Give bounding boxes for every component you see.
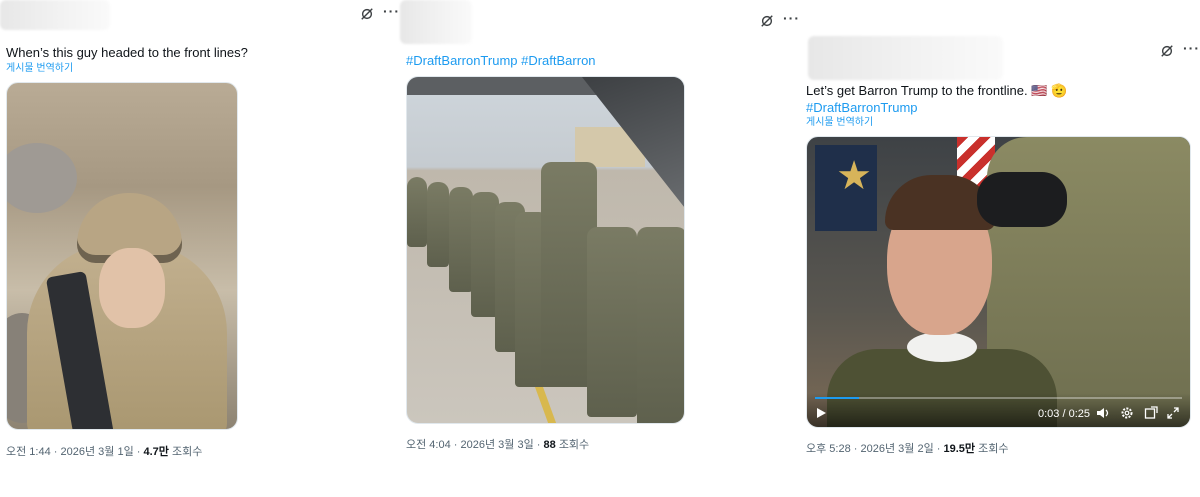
post-1: ··· When’s this guy headed to the front … <box>0 0 399 497</box>
post-image[interactable] <box>6 82 238 430</box>
post-1-actions: ··· <box>360 4 400 21</box>
us-army-poster: ★ <box>815 145 877 231</box>
picture-in-picture-icon[interactable] <box>1144 406 1158 420</box>
separator: · <box>853 443 858 455</box>
settings-gear-icon[interactable] <box>1120 406 1134 420</box>
avatar[interactable] <box>0 0 110 30</box>
volume-icon[interactable] <box>1096 406 1110 420</box>
video-controls: 0:03 / 0:25 <box>807 393 1190 427</box>
post-text: When’s this guy headed to the front line… <box>6 45 248 60</box>
separator: · <box>453 439 458 451</box>
video-time: 0:03 / 0:25 <box>1038 407 1090 421</box>
star-icon: ★ <box>836 154 872 198</box>
translate-link[interactable]: 게시물 번역하기 <box>6 62 73 75</box>
view-count: 88 <box>543 439 556 451</box>
view-count: 4.7만 <box>143 446 169 458</box>
play-icon[interactable] <box>815 407 827 419</box>
post-hashtags[interactable]: #DraftBarronTrump #DraftBarron <box>406 52 596 69</box>
time-separator: / <box>1062 408 1066 420</box>
post-image[interactable] <box>406 76 685 424</box>
separator: · <box>936 443 941 455</box>
current-time: 0:03 <box>1037 408 1060 420</box>
translate-link[interactable]: 게시물 번역하기 <box>806 116 873 129</box>
post-meta: 오전 4:04 · 2026년 3월 3일 · 88 조회수 <box>406 436 589 452</box>
post-text: Let’s get Barron Trump to the frontline.… <box>806 83 1068 98</box>
post-meta: 오후 5:28 · 2026년 3월 2일 · 19.5만 조회수 <box>806 440 1008 456</box>
post-time[interactable]: 오후 5:28 <box>806 443 851 455</box>
soldier <box>587 227 637 417</box>
soldier <box>407 177 427 247</box>
avatar[interactable] <box>808 36 1003 80</box>
soldier <box>449 187 473 292</box>
post-date[interactable]: 2026년 3월 2일 <box>861 443 934 455</box>
more-icon[interactable]: ··· <box>783 11 800 25</box>
view-count: 19.5만 <box>943 443 976 455</box>
barber-glove <box>977 172 1067 227</box>
grok-icon[interactable] <box>760 14 774 28</box>
post-3: ··· Let’s get Barron Trump to the frontl… <box>800 30 1200 497</box>
soldier <box>637 227 684 423</box>
view-label: 조회수 <box>171 446 203 458</box>
avatar[interactable] <box>400 0 472 44</box>
view-label: 조회수 <box>558 439 590 451</box>
duration: 0:25 <box>1068 408 1090 420</box>
more-icon[interactable]: ··· <box>383 4 400 18</box>
separator: · <box>53 446 58 458</box>
soldier-face <box>99 248 165 328</box>
post-video[interactable]: ★ 0:03 / 0:25 <box>806 136 1191 428</box>
post-date[interactable]: 2026년 3월 3일 <box>461 439 534 451</box>
grok-icon[interactable] <box>1160 44 1174 58</box>
view-label: 조회수 <box>978 443 1009 455</box>
video-progress-fill <box>815 397 860 399</box>
soldier <box>427 182 449 267</box>
post-2-actions: ··· <box>760 11 800 28</box>
post-time[interactable]: 오전 4:04 <box>406 439 451 451</box>
separator: · <box>536 439 541 451</box>
post-2: #DraftBarronTrump #DraftBarron 오전 4:04 ·… <box>400 0 780 497</box>
subject-collar <box>907 332 977 362</box>
more-icon[interactable]: ··· <box>1183 41 1200 55</box>
rock-shape <box>7 143 77 213</box>
post-date[interactable]: 2026년 3월 1일 <box>61 446 134 458</box>
video-progress-bar[interactable] <box>815 397 1182 399</box>
separator: · <box>136 446 141 458</box>
post-3-actions: ··· <box>1160 41 1200 58</box>
post-hashtags[interactable]: #DraftBarronTrump <box>806 99 918 116</box>
post-meta: 오전 1:44 · 2026년 3월 1일 · 4.7만 조회수 <box>6 443 202 459</box>
post-time[interactable]: 오전 1:44 <box>6 446 51 458</box>
fullscreen-icon[interactable] <box>1166 406 1180 420</box>
grok-icon[interactable] <box>360 7 374 21</box>
